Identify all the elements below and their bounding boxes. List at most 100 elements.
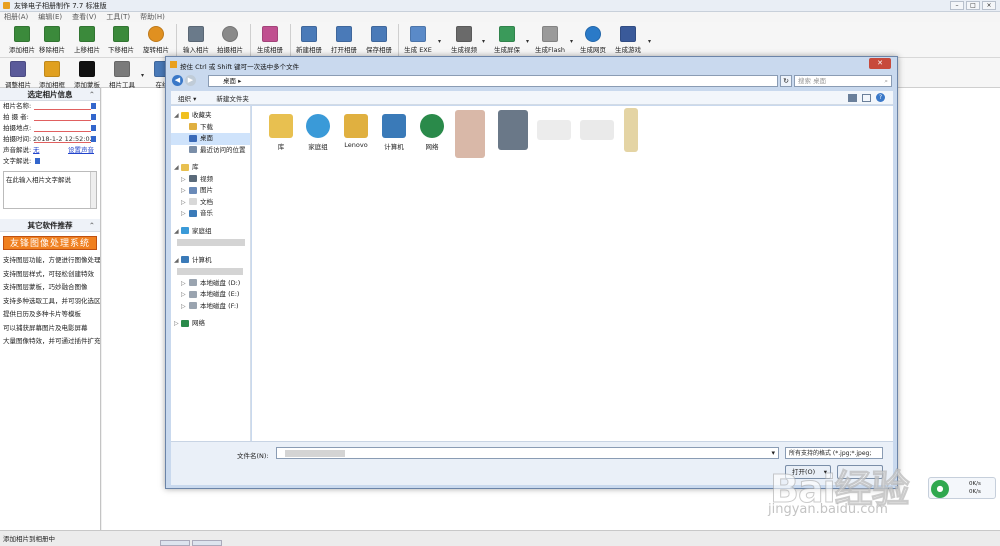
nav-desktop[interactable]: 桌面 — [171, 133, 250, 145]
menu-view[interactable]: 查看(V) — [72, 12, 96, 22]
file-item-blurred[interactable] — [578, 120, 616, 143]
file-item-blurred[interactable] — [451, 110, 489, 161]
nav-network[interactable]: ▷ 网络 — [171, 318, 250, 330]
dialog-title: 按住 Ctrl 或 Shift 键可一次选中多个文件 — [180, 63, 300, 71]
edit-icon[interactable] — [35, 158, 40, 164]
make-exe-button[interactable]: 生成 EXE — [398, 26, 438, 54]
edit-icon[interactable] — [91, 114, 96, 120]
move-down-button[interactable]: 下移相片 — [101, 26, 141, 54]
make-album-icon — [262, 26, 278, 42]
scrollbar[interactable] — [90, 172, 96, 208]
back-button[interactable]: ◀ — [172, 75, 183, 86]
new-folder-button[interactable]: 新建文件夹 — [216, 93, 249, 103]
chevron-down-icon[interactable]: ▾ — [648, 38, 651, 45]
photo-name-field[interactable] — [34, 109, 91, 110]
chevron-down-icon[interactable]: ▾ — [771, 449, 775, 457]
file-item-network[interactable]: 网络 — [413, 114, 451, 151]
nav-disk-f[interactable]: ▷ 本地磁盘 (F:) — [171, 301, 250, 313]
add-mask-button[interactable]: 添加蒙板 — [67, 61, 107, 89]
photo-tools-button[interactable]: 相片工具 — [102, 61, 142, 89]
time-value[interactable]: 2018-1-2 12:52:02 — [33, 134, 94, 145]
chevron-down-icon[interactable]: ▾ — [438, 38, 441, 45]
location-row: 拍摄地点: — [0, 123, 100, 134]
music-library-icon — [189, 209, 197, 217]
new-album-icon — [301, 26, 317, 42]
camera-button[interactable]: 拍摄相片 — [210, 26, 250, 54]
menu-tools[interactable]: 工具(T) — [106, 12, 130, 22]
menu-edit[interactable]: 编辑(E) — [38, 12, 62, 22]
collapse-icon[interactable]: ⌃ — [89, 221, 95, 230]
refresh-button[interactable]: ↻ — [780, 74, 792, 87]
make-webpage-button[interactable]: 生成网页 — [573, 26, 613, 54]
nav-computer[interactable]: ◢ 计算机 — [171, 255, 250, 267]
voice-value[interactable]: 无 — [33, 145, 40, 156]
dialog-close-button[interactable]: ✕ — [869, 58, 891, 69]
nav-disk-e[interactable]: ▷ 本地磁盘 (E:) — [171, 289, 250, 301]
preview-pane-icon[interactable] — [862, 93, 871, 102]
close-button[interactable]: × — [982, 1, 996, 10]
edit-icon[interactable] — [91, 125, 96, 131]
menu-album[interactable]: 相册(A) — [4, 12, 28, 22]
view-icon[interactable] — [848, 93, 857, 102]
recommend-banner[interactable]: 友锋图像处理系统 — [3, 236, 97, 250]
location-field[interactable] — [34, 131, 91, 132]
nav-homegroup-user[interactable] — [171, 237, 250, 249]
author-field[interactable] — [34, 120, 91, 121]
add-frame-button[interactable]: 添加相框 — [32, 61, 72, 89]
file-item-blurred[interactable] — [612, 108, 650, 155]
rotate-button[interactable]: 旋转相片 — [136, 26, 176, 54]
address-input[interactable]: 桌面 ▸ — [208, 74, 778, 87]
nav-homegroup[interactable]: ◢ 家庭组 — [171, 226, 250, 238]
help-icon[interactable]: ? — [876, 93, 885, 102]
chevron-down-icon[interactable]: ▾ — [526, 38, 529, 45]
file-item-homegroup[interactable]: 家庭组 — [299, 114, 337, 151]
make-album-button[interactable]: 生成相册 — [250, 26, 290, 54]
filename-input[interactable]: ▾ — [276, 447, 779, 459]
network-speed-widget[interactable]: ● 0K/s 0K/s — [928, 477, 996, 499]
nav-disk-d[interactable]: ▷ 本地磁盘 (D:) — [171, 278, 250, 290]
computer-icon — [181, 256, 189, 263]
nav-recent[interactable]: 最近访问的位置 — [171, 145, 250, 157]
make-video-button[interactable]: 生成视频 — [444, 26, 484, 54]
set-voice-link[interactable]: 设置声音 — [68, 145, 94, 156]
nav-downloads[interactable]: 下载 — [171, 122, 250, 134]
edit-icon[interactable] — [91, 103, 96, 109]
search-input[interactable]: 搜索 桌面 ⌕ — [794, 74, 892, 87]
nav-pictures[interactable]: ▷ 图片 — [171, 185, 250, 197]
file-item-blurred[interactable] — [494, 110, 532, 153]
file-item-library[interactable]: 库 — [262, 114, 300, 151]
homegroup-icon — [181, 227, 189, 234]
taskbar-item[interactable] — [160, 540, 190, 546]
maximize-button[interactable]: □ — [966, 1, 980, 10]
minimize-button[interactable]: – — [950, 1, 964, 10]
recommend-header[interactable]: 其它软件推荐 ⌃ — [0, 219, 100, 232]
edit-icon[interactable] — [91, 136, 96, 142]
save-album-button[interactable]: 保存相册 — [359, 26, 399, 54]
file-item-computer[interactable]: 计算机 — [375, 114, 413, 151]
nav-music[interactable]: ▷ 音乐 — [171, 208, 250, 220]
nav-system-disk[interactable] — [171, 266, 250, 278]
organize-button[interactable]: 组织 ▾ — [178, 93, 196, 103]
taskbar-item[interactable] — [192, 540, 222, 546]
make-screensaver-button[interactable]: 生成屏保 — [487, 26, 527, 54]
recommend-item: 大量图像特效，并可通过插件扩充 — [3, 337, 100, 345]
recommend-item: 支持图层蒙板，巧妙融合图像 — [3, 283, 88, 291]
collapse-icon[interactable]: ⌃ — [89, 90, 95, 99]
menu-help[interactable]: 帮助(H) — [140, 12, 165, 22]
nav-videos[interactable]: ▷ 视频 — [171, 174, 250, 186]
nav-documents[interactable]: ▷ 文档 — [171, 197, 250, 209]
chevron-down-icon[interactable]: ▾ — [482, 38, 485, 45]
forward-button[interactable]: ▶ — [185, 75, 196, 86]
make-flash-button[interactable]: 生成Flash — [530, 26, 570, 54]
make-game-button[interactable]: 生成游戏 — [608, 26, 648, 54]
open-album-button[interactable]: 打开相册 — [324, 26, 364, 54]
file-item-blurred[interactable] — [535, 120, 573, 143]
new-album-button[interactable]: 新建相册 — [289, 26, 329, 54]
text-description-input[interactable]: 在此输入相片文字解说 — [3, 171, 97, 209]
photo-info-header[interactable]: 选定相片信息 ⌃ — [0, 88, 100, 101]
remove-photo-button[interactable]: 移除相片 — [32, 26, 72, 54]
file-item-lenovo[interactable]: Lenovo — [337, 114, 375, 149]
nav-libraries[interactable]: ◢ 库 — [171, 162, 250, 174]
nav-favorites[interactable]: ◢ 收藏夹 — [171, 110, 250, 122]
move-up-icon — [79, 26, 95, 42]
